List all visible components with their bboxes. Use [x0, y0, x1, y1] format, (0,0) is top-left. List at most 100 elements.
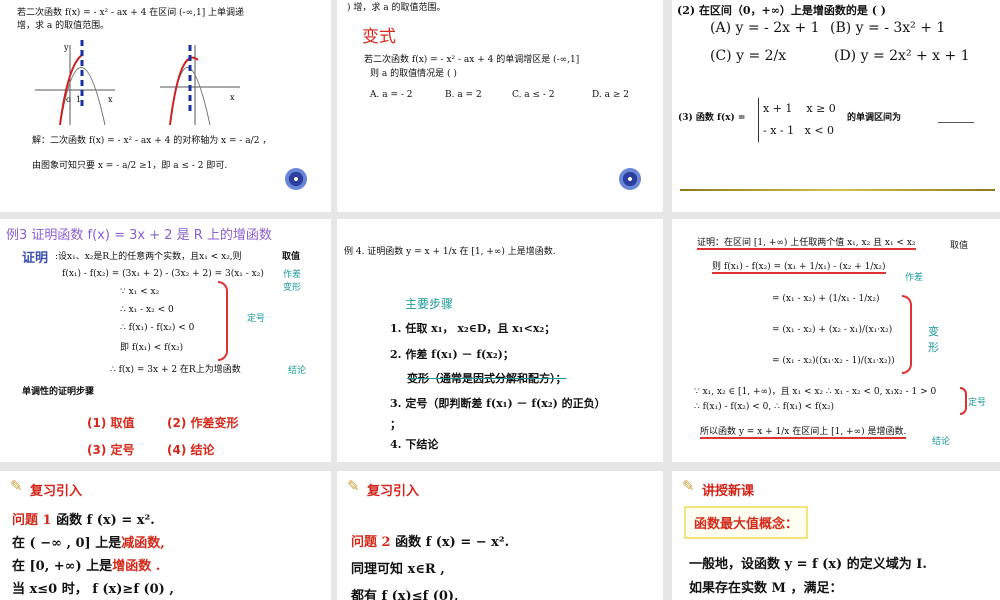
step-marker: 变形	[928, 325, 939, 354]
step: 变形（通常是因式分解和配方）；	[407, 372, 567, 385]
origin-label: o	[66, 95, 71, 104]
pencil-notepad-icon: ✎	[10, 477, 23, 495]
step: (4) 结论	[167, 443, 215, 457]
proof-label: 证明	[22, 251, 49, 266]
question-3-tail: 的单调区间为	[847, 113, 902, 123]
proof-line: 证明：在区间 [1, +∞) 上任取两个值 x₁, x₂ 且 x₁ < x₂	[697, 235, 916, 250]
step-marker: 作差变形	[283, 270, 302, 293]
step-marker: 结论	[932, 437, 951, 447]
continued-text: ) 增，求 a 的取值范围。	[347, 3, 446, 13]
flower-icon	[285, 168, 307, 190]
brace	[218, 281, 228, 361]
slide-thumbnail-5[interactable]: 例 4. 证明函数 y = x + 1/x 在 [1, +∞) 上是增函数. 主…	[337, 219, 663, 462]
concept-box: 函数最大值概念：	[684, 506, 809, 539]
question-2: (2) 在区间（0，+∞）上是增函数的是 ( )	[677, 4, 886, 17]
line-text: 一般地，设函数 y = f (x) 的定义域为 I.	[689, 557, 927, 572]
piecewise: x + 1 x ≥ 0- x - 1 x < 0	[758, 98, 836, 142]
slide-thumbnail-2[interactable]: ) 增，求 a 的取值范围。 变式 若二次函数 f(x) = - x² - ax…	[337, 0, 663, 212]
proof-line: = (x₁ - x₂) + (x₂ - x₁)/(x₁·x₂)	[772, 325, 893, 335]
step-marker: 定号	[247, 314, 266, 324]
step-marker: 作差	[905, 273, 924, 283]
question-line-1: 若二次函数 f(x) = - x² - ax + 4 的单调增区是 (-∞,1]	[364, 55, 580, 65]
option-a: (A) y = - 2x + 1	[710, 20, 820, 36]
question-text: 函数 f (x) = − x².	[390, 535, 510, 550]
slide-thumbnail-9[interactable]: ✎ 讲授新课 函数最大值概念： 一般地，设函数 y = f (x) 的定义域为 …	[672, 471, 1000, 600]
svg-text:1: 1	[76, 95, 81, 104]
step: 4. 下结论	[390, 438, 439, 451]
line-text: 都有 f (x)≤f (0),	[351, 589, 459, 600]
parabola-graphs: o1 x y x	[35, 40, 240, 126]
steps-title: 单调性的证明步骤	[22, 387, 95, 397]
question-label: 问题 1	[12, 513, 52, 528]
step: (3) 定号	[87, 443, 135, 457]
step: (1) 取值	[87, 416, 135, 430]
option-d: D. a ≥ 2	[592, 90, 629, 100]
flower-icon	[619, 168, 641, 190]
line-text: 同理可知 x∈R ,	[351, 562, 445, 577]
line-text: 在 ( −∞ , 0] 上是	[12, 536, 122, 551]
slide-thumbnail-6[interactable]: 证明：在区间 [1, +∞) 上任取两个值 x₁, x₂ 且 x₁ < x₂ 则…	[672, 219, 1000, 462]
svg-text:y: y	[63, 43, 69, 52]
example-title: 例 4. 证明函数 y = x + 1/x 在 [1, +∞) 上是增函数.	[344, 247, 556, 257]
slide-header: 复习引入	[367, 484, 420, 499]
question-line-2: 则 a 的取值情况是 ( )	[370, 69, 457, 79]
option-c: (C) y = 2/x	[710, 48, 787, 64]
proof-line: f(x₁) - f(x₂) = (3x₁ + 2) - (3x₂ + 2) = …	[62, 269, 264, 279]
proof-line: ∵ x₁, x₂ ∈ [1, +∞)，且 x₁ < x₂ ∴ x₁ - x₂ <…	[694, 387, 937, 397]
option-c: C. a ≤ - 2	[512, 90, 555, 100]
question-line-1: 若二次函数 f(x) = - x² - ax + 4 在区间 (-∞,1] 上单…	[17, 8, 245, 18]
proof-line: = (x₁ - x₂)((x₁·x₂ - 1)/(x₁·x₂))	[772, 356, 895, 366]
step: ；	[390, 418, 401, 431]
slide-thumbnail-1[interactable]: 若二次函数 f(x) = - x² - ax + 4 在区间 (-∞,1] 上单…	[0, 0, 331, 212]
line-text: 如果存在实数 M ，满足：	[689, 581, 843, 596]
highlight-text: 增函数 .	[112, 559, 161, 574]
slide-header: 讲授新课	[702, 484, 755, 499]
slide-thumbnail-7[interactable]: ✎ 复习引入 问题 1 函数 f (x) = x². 在 ( −∞ , 0] 上…	[0, 471, 331, 600]
slide-thumbnail-8[interactable]: ✎ 复习引入 问题 2 函数 f (x) = − x². 同理可知 x∈R , …	[337, 471, 663, 600]
pencil-notepad-icon: ✎	[682, 477, 695, 495]
slide-thumbnail-3[interactable]: (2) 在区间（0，+∞）上是增函数的是 ( ) (A) y = - 2x + …	[672, 0, 1000, 212]
step: 1. 任取 x₁， x₂∈D，且 x₁<x₂；	[390, 322, 556, 335]
slide-thumbnail-4[interactable]: 例3 证明函数 f(x) = 3x + 2 是 R 上的增函数 证明 :设x₁、…	[0, 219, 331, 462]
step-marker: 结论	[288, 366, 307, 376]
proof-line: 则 f(x₁) - f(x₂) = (x₁ + 1/x₁) - (x₂ + 1/…	[712, 259, 886, 274]
svg-text:x: x	[230, 93, 235, 102]
step-marker: 取值	[282, 252, 301, 262]
question-line-2: 增，求 a 的取值范围。	[17, 21, 110, 31]
option-a: A. a = - 2	[370, 90, 413, 100]
proof-line: 所以函数 y = x + 1/x 在区间上 [1, +∞) 是增函数.	[700, 424, 907, 439]
solution-line-1: 解：二次函数 f(x) = - x² - ax + 4 的对称轴为 x = - …	[32, 136, 272, 146]
brace	[902, 295, 912, 374]
option-b: (B) y = - 3x² + 1	[830, 20, 946, 36]
option-b: B. a = 2	[445, 90, 482, 100]
proof-line: 即 f(x₁) < f(x₂)	[120, 343, 184, 353]
slide-header: 复习引入	[30, 484, 83, 499]
question-label: 问题 2	[351, 535, 391, 550]
slide-title: 例3 证明函数 f(x) = 3x + 2 是 R 上的增函数	[6, 228, 272, 243]
step-marker: 取值	[950, 241, 969, 251]
slide-title: 变式	[362, 27, 396, 47]
proof-line: = (x₁ - x₂) + (1/x₁ - 1/x₂)	[772, 294, 880, 304]
pencil-notepad-icon: ✎	[347, 477, 360, 495]
step-marker: 定号	[968, 398, 987, 408]
question-3: (3) 函数 f(x) =	[678, 113, 746, 123]
proof-line: ∴ f(x₁) - f(x₂) < 0, ∴ f(x₁) < f(x₂)	[694, 402, 835, 412]
divider-line	[680, 189, 995, 191]
brace	[960, 387, 967, 415]
svg-text:x: x	[108, 95, 113, 104]
solution-line-2: 由图象可知只要 x = - a/2 ≥1，即 a ≤ - 2 即可.	[32, 161, 228, 171]
proof-line: ∴ f(x) = 3x + 2 在R上为增函数	[110, 365, 241, 375]
proof-line: ∵ x₁ < x₂	[120, 287, 160, 297]
step: 3. 定号（即判断差 f(x₁) － f(x₂) 的正负）	[390, 397, 606, 410]
step: 2. 作差 f(x₁) － f(x₂)；	[390, 348, 514, 361]
line-text: 当 x≤0 时， f (x)≥f (0) ,	[12, 582, 174, 597]
answer-blank	[938, 122, 974, 123]
step: (2) 作差变形	[167, 416, 239, 430]
section-heading: 主要步骤	[405, 297, 454, 311]
question-text: 函数 f (x) = x².	[51, 513, 155, 528]
line-text: 在 [0, +∞) 上是	[12, 559, 113, 574]
option-d: (D) y = 2x² + x + 1	[834, 48, 970, 64]
highlight-text: 减函数,	[121, 536, 165, 551]
proof-line: ∴ f(x₁) - f(x₂) < 0	[120, 323, 195, 333]
proof-line: ∴ x₁ - x₂ < 0	[120, 305, 174, 315]
